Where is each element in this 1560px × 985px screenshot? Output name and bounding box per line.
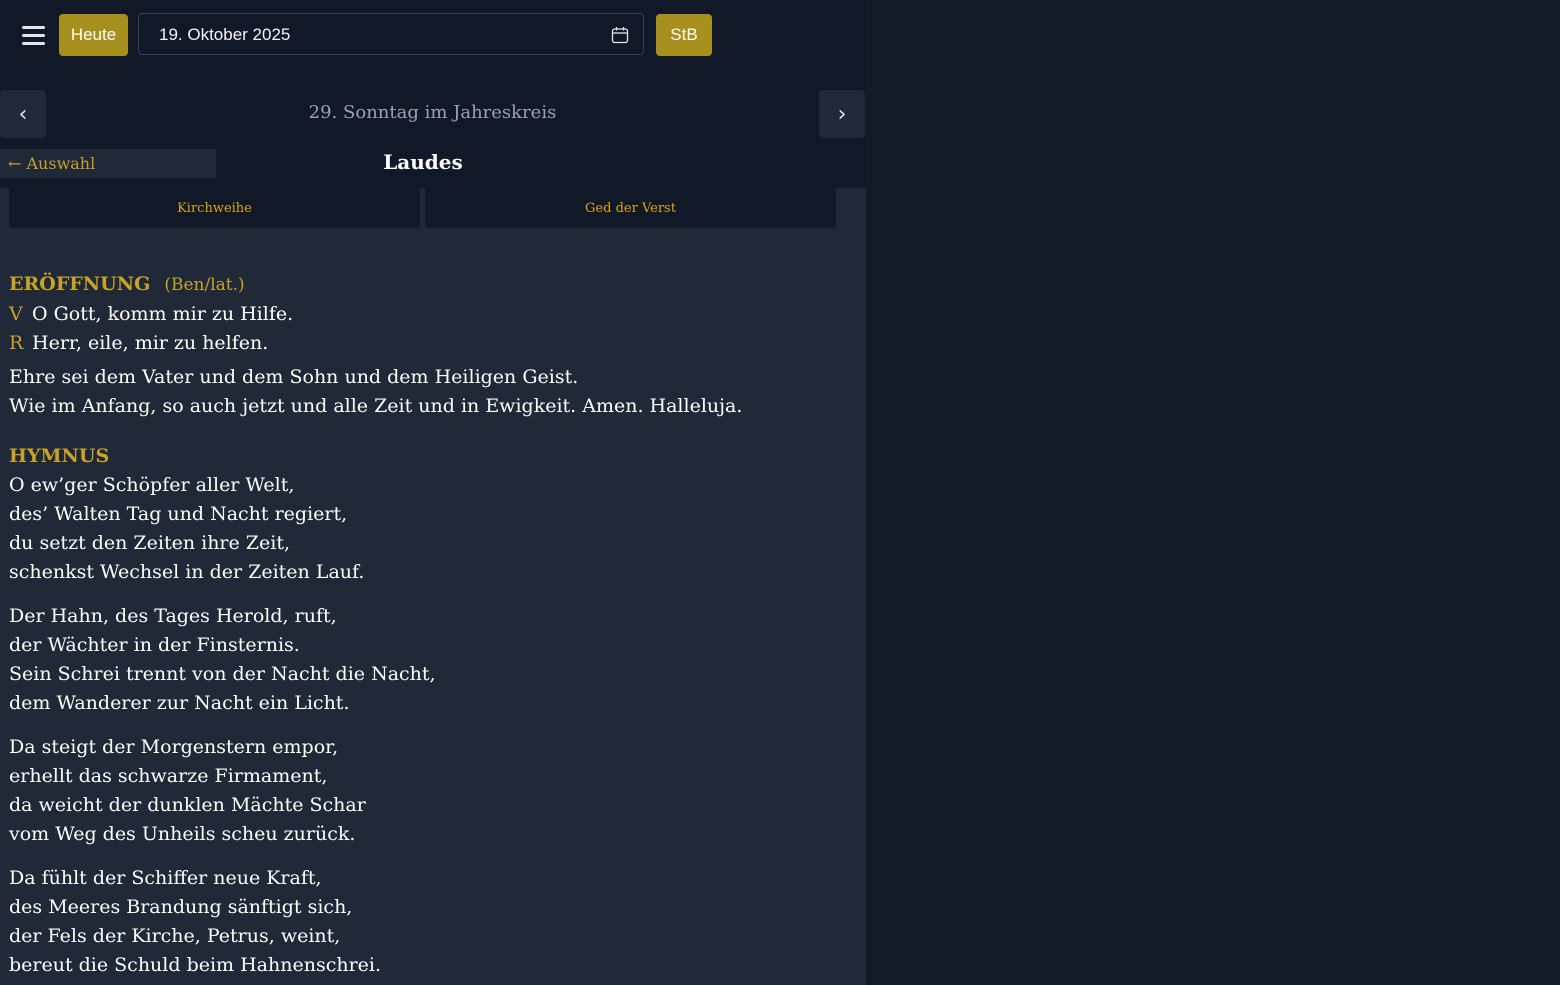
hymn-line: Der Hahn, des Tages Herold, ruft,	[9, 605, 337, 627]
response-mark: R	[9, 332, 24, 354]
today-button[interactable]: Heute	[59, 14, 128, 56]
hymn-line: des Meeres Brandung sänftigt sich,	[9, 896, 353, 918]
hymn-stanza: Da steigt der Morgenstern empor, erhellt…	[9, 733, 436, 849]
hymn-line: der Wächter in der Finsternis.	[9, 634, 300, 656]
hymn-line: Da steigt der Morgenstern empor,	[9, 736, 339, 758]
hymn-line: Sein Schrei trennt von der Nacht die Nac…	[9, 663, 436, 685]
hymn-stanza: Da fühlt der Schiffer neue Kraft, des Me…	[9, 864, 436, 980]
top-bar: Heute 19. Oktober 2025 StB	[0, 0, 866, 72]
hymn-line: bereut die Schuld beim Hahnenschrei.	[9, 954, 382, 976]
hymn-line: da weicht der dunklen Mächte Schar	[9, 794, 366, 816]
doxology-line: Ehre sei dem Vater und dem Sohn und dem …	[9, 366, 579, 388]
stb-button[interactable]: StB	[656, 14, 712, 56]
hymn-line: vom Weg des Unheils scheu zurück.	[9, 823, 356, 845]
day-navigation: ‹ 29. Sonntag im Jahreskreis › ← Auswahl…	[0, 72, 866, 188]
doxology-line: Wie im Anfang, so auch jetzt und alle Ze…	[9, 395, 743, 417]
next-day-button[interactable]: ›	[819, 90, 865, 138]
versicle: V O Gott, komm mir zu Hilfe.	[9, 300, 742, 329]
versicle-text: O Gott, komm mir zu Hilfe.	[32, 303, 294, 325]
hymn-stanza: Der Hahn, des Tages Herold, ruft, der Wä…	[9, 602, 436, 718]
calendar-icon[interactable]	[611, 26, 629, 44]
hymn-line: des’ Walten Tag und Nacht regiert,	[9, 503, 348, 525]
tab-kirchweihe[interactable]: Kirchweihe	[9, 188, 420, 228]
response: R Herr, eile, mir zu helfen.	[9, 329, 742, 358]
opening-heading-sub: (Ben/lat.)	[164, 275, 245, 295]
prayer-content: Kirchweihe Ged der Verst ERÖFFNUNG (Ben/l…	[0, 188, 866, 985]
doxology: Ehre sei dem Vater und dem Sohn und dem …	[9, 363, 742, 421]
versicle-mark: V	[9, 303, 23, 325]
liturgical-day-title: 29. Sonntag im Jahreskreis	[308, 102, 557, 123]
hymn-line: dem Wanderer zur Nacht ein Licht.	[9, 692, 350, 714]
opening-section: ERÖFFNUNG (Ben/lat.) V O Gott, komm mir zu…	[9, 270, 742, 421]
tab-ged-der-verst[interactable]: Ged der Verst	[425, 188, 836, 228]
hymn-line: Da fühlt der Schiffer neue Kraft,	[9, 867, 322, 889]
previous-day-button[interactable]: ‹	[0, 90, 46, 138]
menu-icon[interactable]	[16, 20, 52, 50]
hymn-line: der Fels der Kirche, Petrus, weint,	[9, 925, 341, 947]
hour-title: Laudes	[383, 150, 463, 174]
response-text: Herr, eile, mir zu helfen.	[32, 332, 269, 354]
opening-heading: ERÖFFNUNG (Ben/lat.)	[9, 273, 245, 295]
hymn-line: erhellt das schwarze Firmament,	[9, 765, 328, 787]
hymn-section: HYMNUS O ew’ger Schöpfer aller Welt, des…	[9, 442, 436, 980]
hymn-heading: HYMNUS	[9, 445, 110, 467]
hymn-stanza: O ew’ger Schöpfer aller Welt, des’ Walte…	[9, 471, 436, 587]
hymn-line: du setzt den Zeiten ihre Zeit,	[9, 532, 290, 554]
hymn-line: O ew’ger Schöpfer aller Welt,	[9, 474, 295, 496]
date-value: 19. Oktober 2025	[159, 25, 291, 44]
date-input[interactable]: 19. Oktober 2025	[138, 13, 644, 55]
hymn-line: schenkst Wechsel in der Zeiten Lauf.	[9, 561, 365, 583]
